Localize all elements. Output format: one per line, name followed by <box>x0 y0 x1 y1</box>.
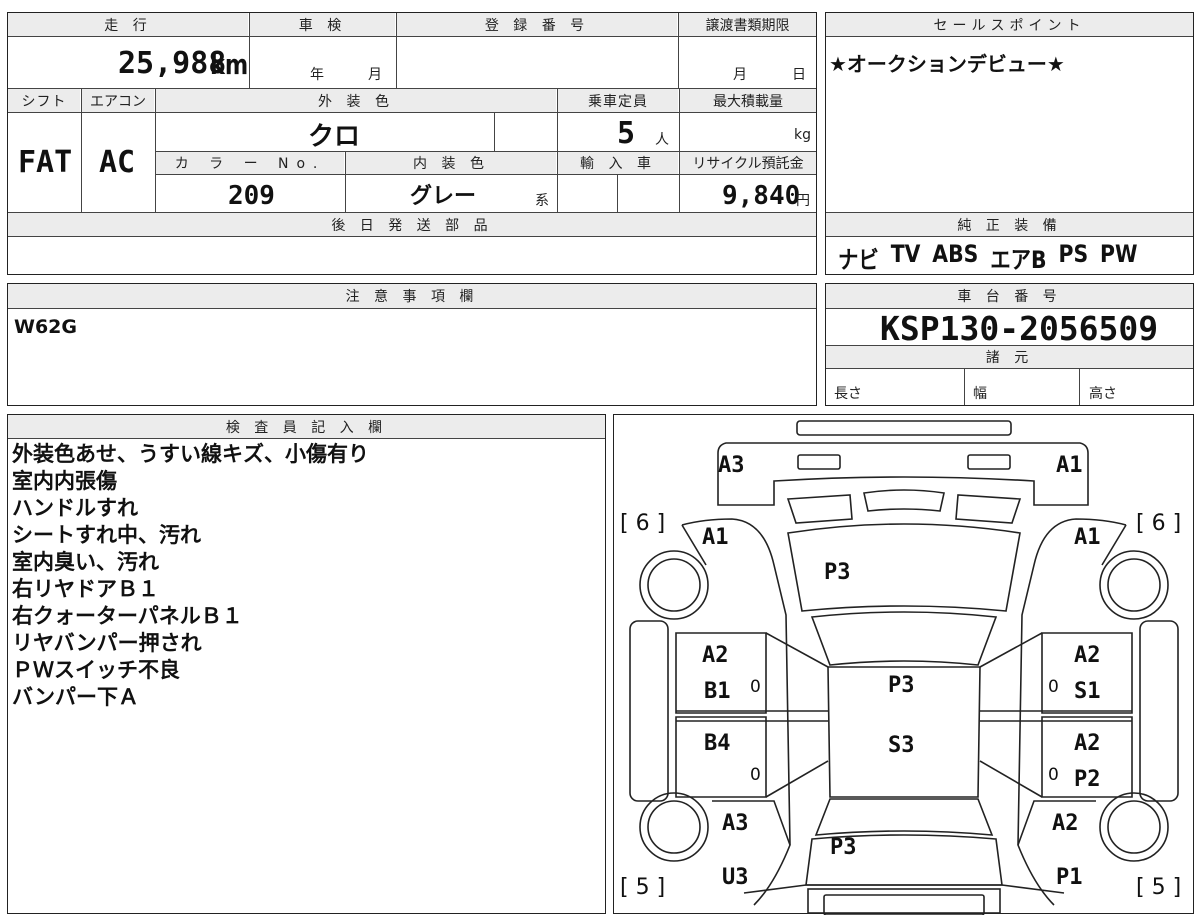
damage-front-door-left-2: B1 <box>704 679 731 704</box>
capacity-header: 乗車定員 <box>558 89 678 112</box>
equipment-ps: PS <box>1058 240 1089 268</box>
car-diagram-panel: [ 6 ] [ 6 ] [ 5 ] [ 5 ] A3 A1 A1 A1 P3 A… <box>613 414 1194 915</box>
import-header: 輸 入 車 <box>558 152 678 174</box>
recycle-fee-unit: 円 <box>796 193 810 209</box>
inspector-remarks-list: 外装色あせ、うすい線キズ、小傷有り 室内内張傷 ハンドルすれ シートすれ中、汚れ… <box>12 441 369 711</box>
max-load-header: 最大積載量 <box>680 89 816 112</box>
damage-front-fender-right: A1 <box>1074 525 1101 550</box>
capacity-value: 5 <box>617 116 636 151</box>
tire-front-right-label: [ 6 ] <box>1136 511 1182 536</box>
damage-front-door-left-1: A2 <box>702 643 729 668</box>
inspection-month-unit: 月 <box>368 67 382 83</box>
remark-line: シートすれ中、汚れ <box>12 523 201 547</box>
notes-header: 注 意 事 項 欄 <box>8 284 816 308</box>
damage-front-fender-left: A1 <box>702 525 729 550</box>
zero-mark-rear-right: 0 <box>1048 765 1059 785</box>
mileage-header: 走 行 <box>8 13 248 36</box>
color-no-value: 209 <box>228 181 275 211</box>
damage-rear-bumper-left: U3 <box>722 865 749 890</box>
remark-line: ハンドルすれ <box>12 496 138 520</box>
registration-header: 登 録 番 号 <box>397 13 677 36</box>
damage-rear-door-right-1: A2 <box>1074 731 1101 756</box>
exterior-color-header: 外 装 色 <box>156 89 556 112</box>
shift-header: シフト <box>8 89 80 112</box>
mileage-unit: km <box>210 48 249 81</box>
remark-line: リヤバンパー押され <box>12 631 202 655</box>
remark-line: 室内臭い、汚れ <box>12 550 159 574</box>
zero-mark-front-right: 0 <box>1048 677 1059 697</box>
aircon-value: AC <box>99 145 136 180</box>
damage-front-door-right-2: S1 <box>1074 679 1101 704</box>
recycle-fee-header: リサイクル預託金 <box>680 152 816 174</box>
equipment-abs: ABS <box>932 240 979 268</box>
spec-length-label: 長さ <box>834 386 862 402</box>
equipment-pw: PW <box>1100 240 1138 268</box>
exterior-color-value: クロ <box>308 122 361 152</box>
shift-value: FAT <box>18 145 73 180</box>
max-load-unit: kg <box>794 127 811 143</box>
tire-rear-left-label: [ 5 ] <box>620 875 666 900</box>
interior-color-header: 内 装 色 <box>346 152 556 174</box>
damage-rear-fender-left: A3 <box>722 811 749 836</box>
capacity-unit: 人 <box>655 132 669 148</box>
chassis-number: KSP130-2056509 <box>880 309 1159 348</box>
aircon-header: エアコン <box>82 89 154 112</box>
damage-roof: P3 <box>888 673 915 698</box>
equipment-tv: TV <box>890 240 921 268</box>
damage-trunk: P3 <box>830 835 857 860</box>
tire-front-left-label: [ 6 ] <box>620 511 666 536</box>
remark-line: 右リヤドアＢ１ <box>12 577 159 601</box>
specs-header: 諸 元 <box>826 346 1193 368</box>
notes-text: W62G <box>14 316 77 338</box>
equipment-airbag: エアB <box>990 246 1047 274</box>
sales-point-header: セールスポイント <box>826 13 1193 36</box>
tire-rear-right-label: [ 5 ] <box>1136 875 1182 900</box>
inspection-year-unit: 年 <box>310 67 324 83</box>
remark-line: ＰＷスイッチ不良 <box>12 658 180 682</box>
damage-front-bumper-right: A1 <box>1056 453 1083 478</box>
remark-line: 右クォーターパネルＢ１ <box>12 604 243 628</box>
transfer-month-unit: 月 <box>733 67 747 83</box>
transfer-deadline-header: 譲渡書類期限 <box>679 13 816 36</box>
inspector-header: 検 査 員 記 入 欄 <box>8 415 605 438</box>
damage-roof-2: S3 <box>888 733 915 758</box>
transfer-day-unit: 日 <box>792 67 806 83</box>
damage-hood: P3 <box>824 560 851 585</box>
shipping-parts-header: 後 日 発 送 部 品 <box>8 213 816 236</box>
interior-color-value: グレー <box>410 184 477 209</box>
zero-mark-rear-left: 0 <box>750 765 761 785</box>
damage-rear-fender-right: A2 <box>1052 811 1079 836</box>
damage-rear-door-left: B4 <box>704 731 731 756</box>
inspection-header: 車 検 <box>250 13 395 36</box>
sales-point-text: ★オークションデビュー★ <box>829 52 1065 76</box>
genuine-equipment-list: ナビ TV ABS エアB PS PW <box>838 240 1137 275</box>
damage-front-door-right-1: A2 <box>1074 643 1101 668</box>
equipment-navi: ナビ <box>838 246 879 274</box>
spec-height-label: 高さ <box>1089 386 1117 402</box>
damage-rear-bumper-right: P1 <box>1056 865 1083 890</box>
genuine-equipment-header: 純 正 装 備 <box>826 213 1193 236</box>
remark-line: 室内内張傷 <box>12 469 117 493</box>
zero-mark-front-left: 0 <box>750 677 761 697</box>
color-no-header: カ ラ ー No. <box>156 152 344 174</box>
remark-line: バンパー下Ａ <box>12 685 140 709</box>
damage-rear-door-right-2: P2 <box>1074 767 1101 792</box>
chassis-header: 車 台 番 号 <box>826 284 1193 308</box>
remark-line: 外装色あせ、うすい線キズ、小傷有り <box>12 442 369 466</box>
recycle-fee-value: 9,840 <box>722 181 801 211</box>
interior-color-suffix: 系 <box>535 193 549 209</box>
damage-front-bumper-left: A3 <box>718 453 745 478</box>
spec-width-label: 幅 <box>973 386 987 402</box>
